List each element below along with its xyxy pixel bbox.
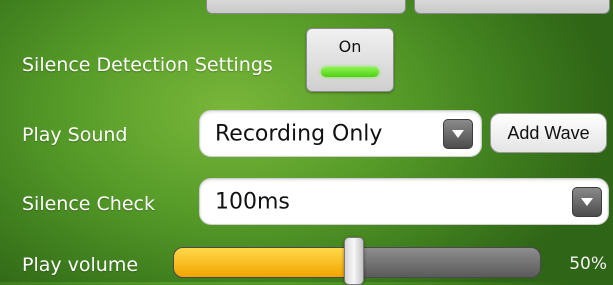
silence-check-value: 100ms xyxy=(215,189,290,214)
add-wave-button[interactable]: Add Wave xyxy=(490,113,607,153)
silence-detection-label: Silence Detection Settings xyxy=(22,54,273,76)
top-button-right[interactable] xyxy=(414,0,610,14)
volume-slider-fill xyxy=(174,248,355,277)
chevron-down-icon[interactable] xyxy=(443,118,473,149)
volume-percent: 50% xyxy=(569,254,607,274)
play-sound-label: Play Sound xyxy=(22,124,128,146)
play-sound-select[interactable]: Recording Only xyxy=(199,110,482,157)
toggle-label: On xyxy=(338,37,362,56)
volume-slider-thumb[interactable] xyxy=(344,237,364,285)
toggle-on-indicator xyxy=(321,67,379,77)
play-volume-label: Play volume xyxy=(22,254,139,276)
chevron-down-icon[interactable] xyxy=(572,186,602,217)
silence-check-label: Silence Check xyxy=(22,193,155,215)
top-button-left[interactable] xyxy=(206,0,406,14)
play-sound-value: Recording Only xyxy=(215,121,383,146)
silence-check-select[interactable]: 100ms xyxy=(199,178,609,225)
silence-detection-toggle[interactable]: On xyxy=(306,28,394,92)
